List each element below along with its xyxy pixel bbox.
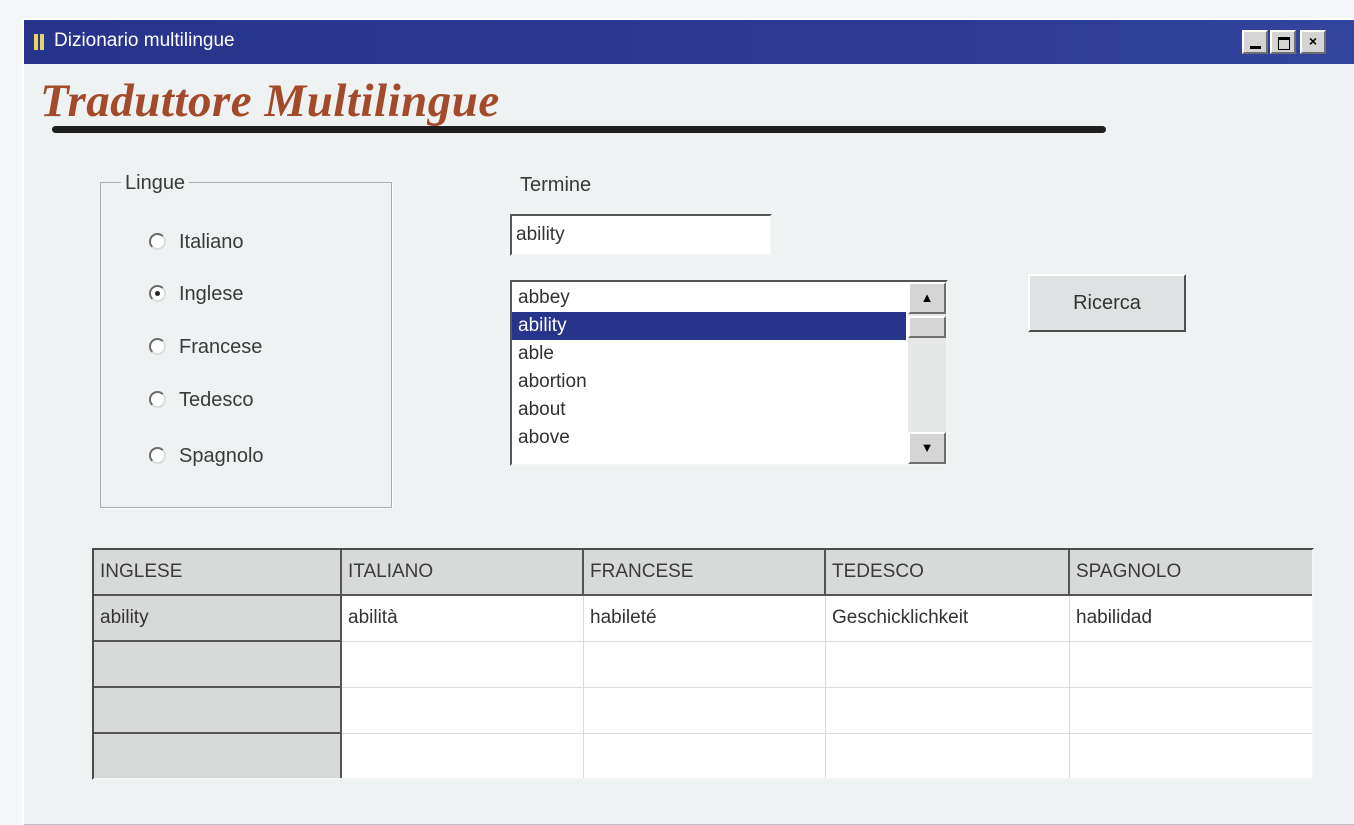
grid-cell[interactable] [1070,688,1312,734]
grid-cell[interactable] [1070,734,1312,778]
radio-label: Tedesco [179,389,254,411]
title-bar[interactable]: Dizionario multilingue × [24,20,1354,64]
minimize-button[interactable] [1242,30,1268,54]
list-item[interactable]: about [512,396,906,424]
grid-cell[interactable] [826,688,1070,734]
row-header-cell[interactable] [94,734,342,778]
arrow-up-icon: ▲ [920,290,934,305]
grid-cell[interactable]: abilità [342,596,584,642]
grid-cell[interactable] [584,688,826,734]
radio-button-icon[interactable] [149,447,166,464]
close-button[interactable]: × [1300,30,1326,54]
window-title: Dizionario multilingue [54,30,235,51]
termine-label: Termine [520,174,592,196]
maximize-icon [1278,37,1290,50]
close-icon: × [1308,33,1318,49]
grid-cell[interactable] [584,734,826,778]
vertical-scrollbar[interactable]: ▲ ▼ [908,282,946,464]
heading-underline [52,126,1106,133]
column-header-italiano[interactable]: ITALIANO [342,550,584,596]
grid-cell[interactable] [826,734,1070,778]
application-window: Dizionario multilingue × Traduttore Mult… [22,18,1354,825]
radio-label: Inglese [179,283,244,305]
grid-cell[interactable] [584,642,826,688]
radio-button-icon[interactable] [149,233,166,250]
grid-cell[interactable]: Geschicklichkeit [826,596,1070,642]
radio-label: Italiano [179,231,244,253]
scroll-thumb[interactable] [908,316,946,338]
termine-input[interactable] [510,214,772,256]
minimize-icon [1250,46,1261,49]
column-header-francese[interactable]: FRANCESE [584,550,826,596]
radio-label: Francese [179,336,263,358]
radio-button-icon[interactable] [149,338,166,355]
row-header-cell[interactable] [94,688,342,734]
grid-cell[interactable] [826,642,1070,688]
radio-button-icon[interactable] [149,391,166,408]
list-item[interactable]: abortion [512,368,906,396]
scroll-down-button[interactable]: ▼ [908,432,946,464]
list-item[interactable]: above [512,424,906,452]
term-listbox[interactable]: abbey ability able abortion about above … [510,280,948,466]
arrow-down-icon: ▼ [920,440,934,455]
row-header-cell[interactable]: ability [94,596,342,642]
column-header-spagnolo[interactable]: SPAGNOLO [1070,550,1312,596]
row-header-cell[interactable] [94,642,342,688]
app-icon[interactable] [34,34,46,50]
list-item[interactable]: able [512,340,906,368]
grid-cell[interactable]: habilidad [1070,596,1312,642]
radio-button-checked-icon[interactable] [149,285,166,302]
column-header-inglese[interactable]: INGLESE [94,550,342,596]
results-grid[interactable]: INGLESE ITALIANO FRANCESE TEDESCO SPAGNO… [92,548,1314,780]
lingue-group-label: Lingue [121,172,190,195]
grid-cell[interactable] [1070,642,1312,688]
list-item[interactable]: abbey [512,284,906,312]
grid-cell[interactable] [342,642,584,688]
scroll-up-button[interactable]: ▲ [908,282,946,314]
grid-cell[interactable]: habileté [584,596,826,642]
lingue-groupbox: Lingue Italiano Inglese Francese Tedesco… [100,172,392,508]
search-button[interactable]: Ricerca [1028,274,1186,332]
list-item-selected[interactable]: ability [512,312,906,340]
maximize-button[interactable] [1270,30,1296,54]
column-header-tedesco[interactable]: TEDESCO [826,550,1070,596]
app-heading: Traduttore Multilingue [40,75,500,127]
grid-cell[interactable] [342,734,584,778]
radio-label: Spagnolo [179,445,264,467]
grid-cell[interactable] [342,688,584,734]
